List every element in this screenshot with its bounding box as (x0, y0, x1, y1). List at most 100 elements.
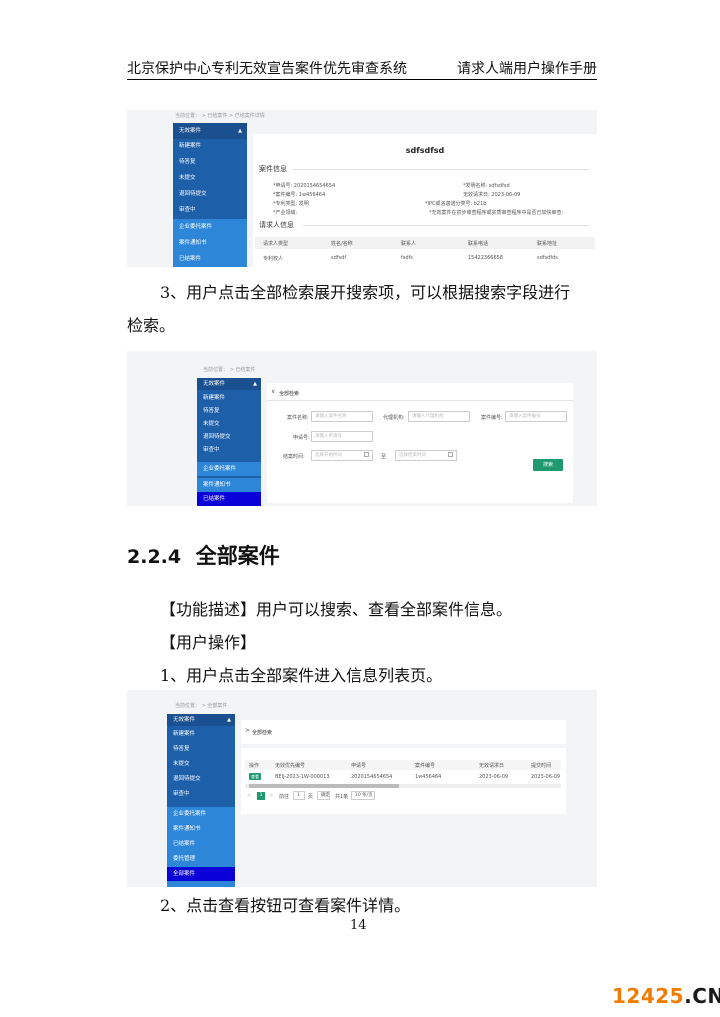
paragraph: 【用户操作】 (160, 633, 257, 652)
label-agency: 代理机构: (383, 415, 405, 421)
case-number-input[interactable]: 请输入案件编号 (505, 411, 567, 422)
view-button[interactable]: 查看 (249, 773, 261, 780)
divider (267, 400, 573, 401)
watermark-suffix: .CN (684, 984, 720, 1008)
sidebar-item[interactable]: 未提交 (167, 759, 235, 767)
paragraph: 【功能描述】用户可以搜索、查看全部案件信息。 (160, 600, 513, 619)
watermark-number: 12425 (612, 984, 685, 1008)
header-right: 请求人端用户操作手册 (457, 61, 597, 77)
scrollbar-thumb[interactable] (249, 784, 399, 788)
field-value: *申请号: 2020154654654 (273, 183, 336, 189)
sidebar-item[interactable]: 已结案件 (173, 251, 247, 267)
watermark-logo: 12425.CN (612, 984, 720, 1008)
chevron-up-icon: ▲ (253, 381, 257, 387)
table-header: 无效优先编号 (275, 763, 306, 769)
search-title[interactable]: 全部检索 (252, 729, 272, 736)
sidebar-item[interactable]: 新建案件 (197, 393, 261, 401)
chevron-right-icon[interactable]: > (245, 727, 250, 734)
application-number-input[interactable]: 请输入申请号 (311, 431, 373, 442)
section-number: 2.2.4 (127, 546, 182, 568)
sidebar-item[interactable]: 无效案件 (173, 123, 247, 139)
sidebar-item[interactable]: 企业委托案件 (167, 807, 235, 822)
sidebar-item[interactable]: 待答复 (173, 157, 247, 165)
calendar-icon (364, 452, 369, 457)
pager-current[interactable]: 1 (257, 792, 265, 800)
range-separator: 至 (381, 454, 387, 460)
chevron-down-icon[interactable]: ∨ (271, 388, 275, 395)
sidebar-item[interactable]: 新建案件 (167, 729, 235, 737)
search-title[interactable]: 全部检索 (279, 390, 299, 397)
sidebar-item[interactable]: 待答复 (197, 406, 261, 414)
sidebar-item[interactable]: 已结案件 (167, 837, 235, 852)
sidebar-item[interactable]: 无效案件 (197, 378, 261, 390)
chevron-up-icon: ▲ (238, 128, 242, 134)
field-value: *产业领域: (273, 210, 298, 216)
sidebar-filler (167, 881, 235, 887)
sidebar-item[interactable]: 未提交 (173, 173, 247, 181)
sidebar-item[interactable]: 全部案件 (167, 867, 235, 881)
pager-goto-label: 前往 (279, 794, 290, 800)
table-header: 无效请求日 (479, 763, 505, 769)
pager-unit: 页 (308, 794, 314, 800)
field-value: *案件编号: 1w456464 (273, 192, 326, 198)
sidebar: 无效案件 ▲ 新建案件 待答复 未提交 退回待提交 审查中 企业委托案件 案件通… (173, 123, 247, 267)
sidebar-item[interactable]: 委托管理 (167, 852, 235, 867)
search-button[interactable]: 搜索 (533, 459, 563, 471)
table-cell: 1w456464 (415, 774, 442, 780)
sidebar-item[interactable]: 案件通知书 (167, 822, 235, 837)
sidebar-item[interactable]: 案件通知书 (197, 478, 261, 492)
header-left: 北京保护中心专利无效宣告案件优先审查系统 (127, 61, 407, 77)
sidebar-item[interactable]: 审查中 (167, 789, 235, 797)
pager-prev[interactable]: < (247, 793, 251, 799)
horizontal-scrollbar[interactable] (245, 784, 561, 788)
label-application-number: 申请号: (293, 435, 310, 441)
field-value: 无效请求日: 2023-06-09 (463, 192, 521, 198)
table-cell: sdfsdfds (537, 255, 558, 261)
sidebar-item[interactable]: 企业委托案件 (173, 219, 247, 235)
sidebar-item[interactable]: 退回待提交 (197, 432, 261, 440)
sidebar-item[interactable]: 退回待提交 (173, 189, 247, 197)
sidebar-item[interactable]: 无效案件 (167, 714, 235, 726)
search-panel: ∨ 全部检索 案件名称: 请输入案件名称 代理机构: 请输入代理机构 案件编号:… (267, 383, 573, 503)
sidebar-item[interactable]: 审查中 (197, 445, 261, 453)
table-header: 提交时间 (531, 763, 552, 769)
detail-panel: sdfsdfsd 案件信息 *申请号: 2020154654654 *发明名称:… (253, 134, 597, 267)
pager-goto-input[interactable]: 1 (293, 791, 305, 800)
calendar-icon (448, 452, 453, 457)
paragraph: 2、点击查看按钮可查看案件详情。 (160, 896, 411, 915)
table-cell: 专利权人 (263, 256, 284, 262)
table-cell: BEIJ-2023-1W-000013 (275, 774, 330, 780)
sidebar-item[interactable]: 案件通知书 (173, 235, 247, 251)
paragraph: 3、用户点击全部检索展开搜索项，可以根据搜索字段进行 (160, 283, 571, 302)
divider (293, 169, 589, 170)
sidebar-item[interactable]: 待答复 (167, 744, 235, 752)
sidebar-item[interactable]: 企业委托案件 (197, 462, 261, 476)
sidebar-item[interactable]: 审查中 (173, 205, 247, 213)
page-number: 14 (350, 918, 367, 933)
case-name-input[interactable]: 请输入案件名称 (311, 411, 373, 422)
table-header: 案件编号 (415, 763, 436, 769)
breadcrumb: 当前位置： > 已结案件 (203, 367, 256, 373)
sidebar-item[interactable]: 退回待提交 (167, 774, 235, 782)
section-requester-info: 请求人信息 (259, 221, 294, 229)
field-value: *无效案件在初步审查程序或实质审查程序中是否已加快审查: (429, 210, 564, 216)
case-title: sdfsdfsd (405, 146, 445, 155)
page-size-select[interactable]: 10 条/页 (351, 791, 375, 800)
field-value: *发明名称: sdfsdfsd (463, 183, 510, 189)
screenshot-case-detail: 当前位置： > 已结案件 > 已结案件详情 无效案件 ▲ 新建案件 待答复 未提… (127, 110, 597, 267)
table-cell: sdfsdf (331, 255, 347, 261)
sidebar-item[interactable]: 未提交 (197, 419, 261, 427)
sidebar-item[interactable]: 新建案件 (173, 141, 247, 149)
pager-next[interactable]: > (269, 793, 273, 799)
sidebar-item[interactable]: 已结案件 (197, 492, 261, 506)
field-value: *专利类型: 发明 (273, 201, 309, 207)
agency-input[interactable]: 请输入代理机构 (408, 411, 470, 422)
case-table-panel: 操作 无效优先编号 申请号 案件编号 无效请求日 提交时间 查看 BEIJ-20… (241, 748, 566, 814)
section-case-info: 案件信息 (259, 165, 287, 173)
table-header: 操作 (249, 763, 260, 769)
search-bar: > 全部检索 (241, 720, 566, 744)
sidebar: 无效案件 ▲ 新建案件 待答复 未提交 退回待提交 审查中 企业委托案件 案件通… (167, 714, 235, 887)
table-header: 联系地址 (537, 241, 558, 247)
table-header: 申请号 (351, 763, 367, 769)
pager-confirm-button[interactable]: 确定 (317, 791, 330, 800)
